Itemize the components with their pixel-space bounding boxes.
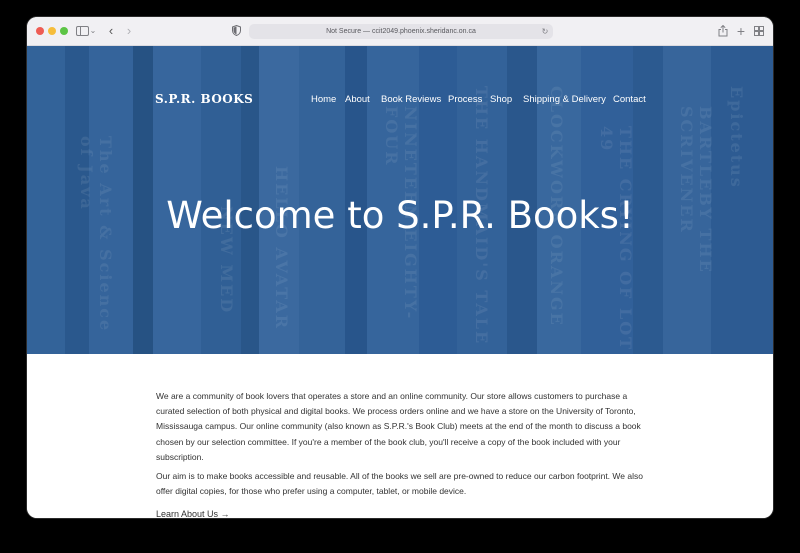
main-content: We are a community of book lovers that o… bbox=[27, 354, 773, 518]
chevron-down-icon[interactable]: ⌄ bbox=[89, 22, 97, 40]
reload-icon[interactable]: ↻ bbox=[539, 24, 551, 39]
address-bar[interactable]: Not Secure — ccit2049.phoenix.sheridanc.… bbox=[249, 24, 553, 39]
zoom-window-button[interactable] bbox=[60, 27, 68, 35]
nav-shipping-delivery[interactable]: Shipping & Delivery bbox=[523, 94, 606, 105]
minimize-window-button[interactable] bbox=[48, 27, 56, 35]
intro-paragraph: We are a community of book lovers that o… bbox=[156, 391, 641, 462]
tab-overview-icon[interactable] bbox=[753, 22, 765, 40]
aim-paragraph: Our aim is to make books accessible and … bbox=[156, 471, 643, 497]
url-text: Not Secure — ccit2049.phoenix.sheridanc.… bbox=[326, 28, 476, 35]
browser-toolbar: ⌄ ‹ › Not Secure — ccit2049.phoenix.sher… bbox=[27, 17, 773, 46]
hero-banner: The Art & Science of Java NEW MED HELLO … bbox=[27, 46, 773, 354]
nav-process[interactable]: Process bbox=[448, 94, 482, 105]
hero-title: Welcome to S.P.R. Books! bbox=[166, 194, 634, 237]
back-icon[interactable]: ‹ bbox=[105, 22, 117, 40]
browser-window: ⌄ ‹ › Not Secure — ccit2049.phoenix.sher… bbox=[27, 17, 773, 518]
site-logo[interactable]: S.P.R. BOOKS bbox=[155, 92, 253, 106]
share-icon[interactable] bbox=[717, 22, 729, 40]
nav-home[interactable]: Home bbox=[311, 94, 336, 105]
nav-shop[interactable]: Shop bbox=[490, 94, 512, 105]
learn-about-us-link[interactable]: Learn About Us → bbox=[156, 509, 230, 518]
nav-book-reviews[interactable]: Book Reviews bbox=[381, 94, 441, 105]
nav-about[interactable]: About bbox=[345, 94, 370, 105]
sidebar-icon[interactable] bbox=[75, 22, 89, 40]
nav-contact[interactable]: Contact bbox=[613, 94, 646, 105]
close-window-button[interactable] bbox=[36, 27, 44, 35]
shield-icon[interactable] bbox=[230, 22, 242, 40]
forward-icon[interactable]: › bbox=[123, 22, 135, 40]
new-tab-icon[interactable]: + bbox=[735, 22, 747, 40]
